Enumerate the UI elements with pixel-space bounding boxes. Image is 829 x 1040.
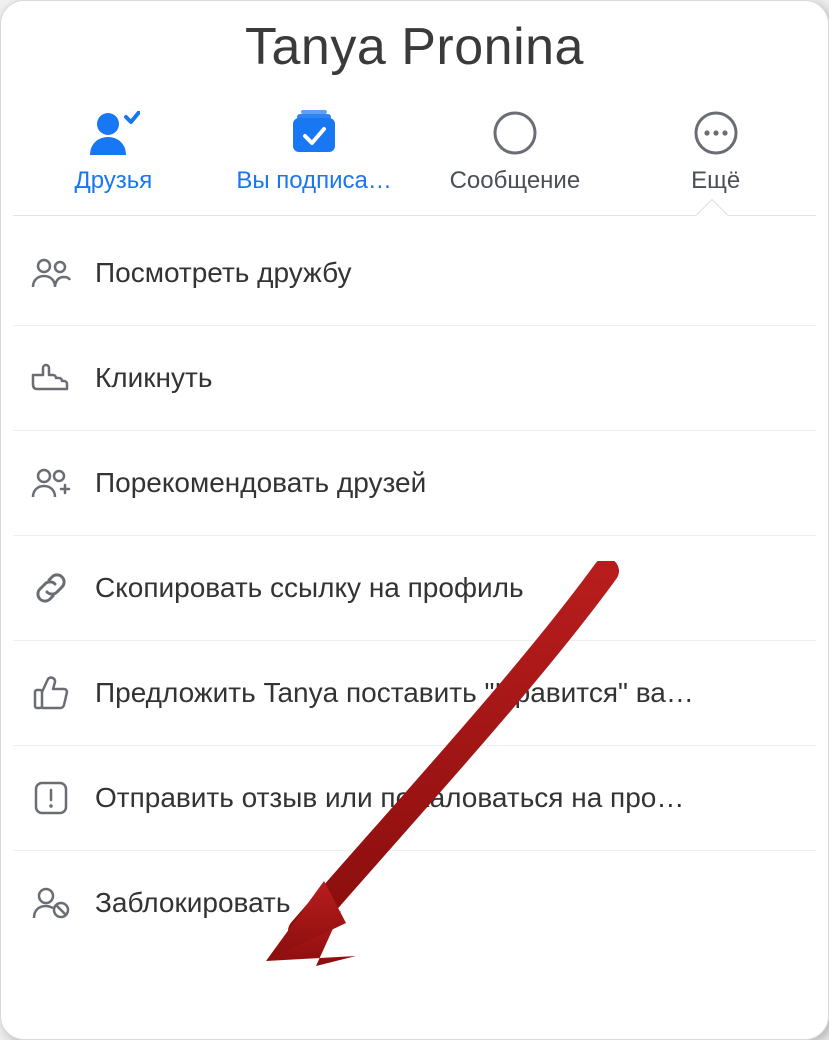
action-following-label: Вы подписа… xyxy=(236,167,392,195)
menu-report[interactable]: Отправить отзыв или пожаловаться на про… xyxy=(13,745,816,850)
menu-caret xyxy=(696,200,728,216)
action-message[interactable]: Сообщение xyxy=(415,109,616,195)
more-icon xyxy=(688,109,744,157)
action-friends-label: Друзья xyxy=(74,167,152,195)
thumbs-up-icon xyxy=(25,669,77,717)
menu-copy-link[interactable]: Скопировать ссылку на профиль xyxy=(13,535,816,640)
action-message-label: Сообщение xyxy=(450,167,581,195)
friends-icon xyxy=(25,249,77,297)
menu-click[interactable]: Кликнуть xyxy=(13,325,816,430)
menu-label: Кликнуть xyxy=(95,362,804,394)
action-more[interactable]: Ещё xyxy=(615,109,816,195)
menu-label: Порекомендовать друзей xyxy=(95,467,804,499)
menu-label: Предложить Tanya поставить "Нравится" ва… xyxy=(95,677,804,709)
block-user-icon xyxy=(25,879,77,927)
following-icon xyxy=(286,109,342,157)
menu-block[interactable]: Заблокировать xyxy=(13,850,816,955)
menu-label: Отправить отзыв или пожаловаться на про… xyxy=(95,782,804,814)
action-friends[interactable]: Друзья xyxy=(13,109,214,195)
messenger-icon xyxy=(487,109,543,157)
add-friends-icon xyxy=(25,459,77,507)
action-following[interactable]: Вы подписа… xyxy=(214,109,415,195)
more-menu: Посмотреть дружбу Кликнуть Порекомендова… xyxy=(13,216,816,1039)
link-icon xyxy=(25,564,77,612)
menu-suggest-friends[interactable]: Порекомендовать друзей xyxy=(13,430,816,535)
menu-label: Скопировать ссылку на профиль xyxy=(95,572,804,604)
page-title: Tanya Pronina xyxy=(13,9,816,101)
action-more-label: Ещё xyxy=(691,167,740,195)
menu-see-friendship[interactable]: Посмотреть дружбу xyxy=(13,220,816,325)
menu-suggest-page[interactable]: Предложить Tanya поставить "Нравится" ва… xyxy=(13,640,816,745)
action-row: Друзья Вы подписа… Сообщение xyxy=(13,101,816,216)
report-icon xyxy=(25,774,77,822)
friend-check-icon xyxy=(85,109,141,157)
profile-more-panel: Tanya Pronina Друзья Вы по xyxy=(0,0,829,1040)
pointing-hand-icon xyxy=(25,354,77,402)
menu-label: Заблокировать xyxy=(95,887,804,919)
menu-label: Посмотреть дружбу xyxy=(95,257,804,289)
